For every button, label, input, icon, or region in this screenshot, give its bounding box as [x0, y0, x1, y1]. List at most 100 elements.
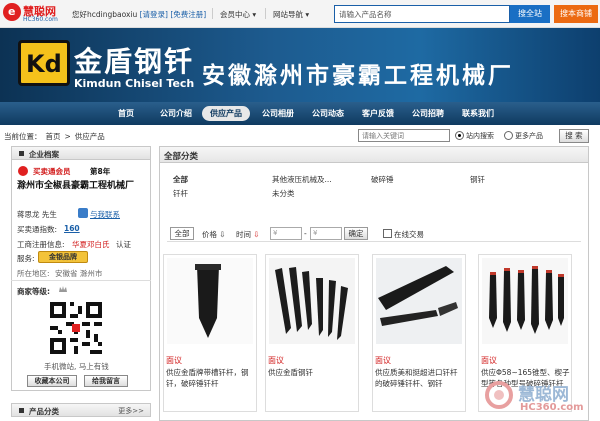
product-title[interactable]: 供应金盾钢钎: [268, 367, 356, 378]
product-price: 面议: [481, 356, 497, 365]
arrow-down-icon: ⇩: [219, 230, 226, 239]
profile-title: 企业档案: [29, 150, 59, 159]
login-link[interactable]: [请登录]: [140, 10, 168, 19]
breadcrumb: 当前位置： 首页 > 供应产品: [4, 131, 109, 142]
filter-bar: [167, 224, 581, 242]
keyword-search-button[interactable]: 搜 索: [559, 129, 589, 143]
scope-site-radio[interactable]: [455, 131, 464, 140]
qr-code: [50, 302, 102, 354]
product-category-title: 产品分类: [29, 407, 59, 416]
category-rod[interactable]: 钎杆: [173, 188, 188, 199]
chat-icon[interactable]: [78, 208, 88, 218]
member-center-label: 会员中心: [220, 10, 250, 19]
kd-logo: Kd: [18, 40, 70, 86]
breadcrumb-home[interactable]: 首页: [46, 132, 61, 141]
rating-crown-icon: [58, 284, 68, 294]
sort-price-label: 价格: [202, 230, 217, 239]
site-nav-menu[interactable]: 网站导航 ▾: [273, 9, 309, 20]
site-search-input[interactable]: 请输入产品名称: [334, 5, 510, 23]
divider: [11, 280, 151, 281]
sort-price[interactable]: 价格 ⇩: [202, 229, 226, 240]
category-chisel[interactable]: 钢钎: [470, 174, 485, 185]
search-shop-button[interactable]: 搜本商铺: [554, 5, 598, 23]
more-link[interactable]: 更多>>: [118, 406, 144, 416]
watermark-domain: HC360.com: [520, 402, 584, 413]
nav-about[interactable]: 公司介绍: [152, 106, 200, 121]
nav-home[interactable]: 首页: [104, 106, 148, 121]
contact-name: 蒋思龙 先生: [17, 210, 57, 219]
hc360-logo-icon: e: [3, 3, 21, 21]
mobile-caption: 手机微站, 马上有钱: [44, 362, 109, 371]
register-link[interactable]: [免费注册]: [170, 10, 206, 19]
price-max-input[interactable]: ¥: [310, 227, 342, 240]
hc360-logo[interactable]: e 慧聪网 HC360.com: [3, 3, 63, 25]
range-dash: -: [304, 229, 307, 238]
site-nav-label: 网站导航: [273, 10, 303, 19]
rating-label: 商家等级:: [17, 287, 50, 296]
leave-message-button[interactable]: 给我留言: [84, 375, 128, 387]
nav-products[interactable]: 供应产品: [202, 106, 250, 121]
breadcrumb-label: 当前位置：: [4, 132, 42, 141]
product-image[interactable]: [167, 258, 253, 344]
search-site-button[interactable]: 搜全站: [510, 5, 550, 23]
category-breaker[interactable]: 破碎锤: [371, 174, 394, 185]
price-confirm-button[interactable]: 确定: [344, 227, 368, 240]
product-image[interactable]: [482, 258, 568, 344]
auth-value[interactable]: 华夏邓白氏: [72, 239, 110, 250]
contact-link[interactable]: 与我联系: [90, 209, 120, 220]
sort-time-label: 时间: [236, 230, 251, 239]
online-trade-label: 在线交易: [394, 230, 424, 239]
category-uncategorized[interactable]: 未分类: [272, 188, 295, 199]
greeting: 您好hcdingbaoxiu [请登录] [免费注册]: [72, 9, 206, 20]
keyword-input[interactable]: 请输入关键词: [358, 129, 450, 142]
nav-news[interactable]: 公司动态: [304, 106, 352, 121]
favorite-company-button[interactable]: 收藏本公司: [27, 375, 77, 387]
nav-contact[interactable]: 联系我们: [454, 106, 502, 121]
service-label: 服务:: [17, 254, 35, 263]
category-header: 全部分类: [159, 146, 589, 163]
member-years: 第8年: [90, 167, 111, 176]
chevron-down-icon: ▾: [305, 10, 310, 19]
category-title: 全部分类: [164, 152, 199, 162]
category-hydraulic[interactable]: 其他液压机械及...: [272, 174, 332, 185]
product-title[interactable]: 供应质美和挺超进口钎杆的破碎锤钎杆、钢钎: [375, 367, 463, 389]
index-value[interactable]: 160: [64, 224, 80, 233]
region-label: 所在地区:: [17, 269, 50, 278]
nav-album[interactable]: 公司相册: [254, 106, 302, 121]
brand-name-cn: 金盾钢钎: [74, 45, 195, 78]
nav-feedback[interactable]: 客户反馈: [354, 106, 402, 121]
region-value: 安徽省 滁州市: [55, 269, 103, 278]
hc360-watermark: 慧聪网 HC360.com: [484, 378, 596, 418]
scope-site-label: 站内搜索: [466, 132, 494, 140]
product-image[interactable]: [269, 258, 355, 344]
breadcrumb-current: 供应产品: [74, 132, 105, 141]
index-label: 买卖通指数:: [17, 225, 58, 234]
product-image[interactable]: [376, 258, 462, 344]
divider: [265, 8, 266, 19]
auth-suffix: 认证: [116, 240, 131, 249]
chevron-down-icon: ▾: [252, 10, 257, 19]
divider: [212, 8, 213, 19]
breadcrumb-separator: >: [64, 132, 71, 141]
bullet-icon: [19, 408, 24, 413]
greeting-text: 您好hcdingbaoxiu: [72, 10, 138, 19]
company-title: 安徽滁州市豪霸工程机械厂: [202, 63, 514, 89]
filter-all-button[interactable]: 全部: [170, 227, 194, 240]
sort-time[interactable]: 时间 ⇩: [236, 229, 260, 240]
product-title[interactable]: 供应金盾牌带槽钎杆，钢钎，破碎锤钎杆: [166, 367, 254, 389]
product-price: 面议: [166, 356, 182, 365]
online-trade-checkbox[interactable]: [383, 229, 392, 238]
category-all[interactable]: 全部: [173, 174, 188, 185]
nav-jobs[interactable]: 公司招聘: [404, 106, 452, 121]
price-min-input[interactable]: ¥: [270, 227, 302, 240]
profile-header: 企业档案: [11, 146, 151, 160]
company-name[interactable]: 滁州市全椒县豪霸工程机械厂: [17, 180, 147, 192]
arrow-down-icon: ⇩: [253, 230, 260, 239]
product-price: 面议: [268, 356, 284, 365]
bullet-icon: [19, 151, 24, 156]
member-center-menu[interactable]: 会员中心 ▾: [220, 9, 256, 20]
auth-label: 工商注册信息:: [17, 240, 65, 249]
product-category-header: 产品分类 更多>>: [11, 403, 151, 417]
hc360-watermark-icon: [485, 381, 513, 409]
scope-more-radio[interactable]: [504, 131, 513, 140]
